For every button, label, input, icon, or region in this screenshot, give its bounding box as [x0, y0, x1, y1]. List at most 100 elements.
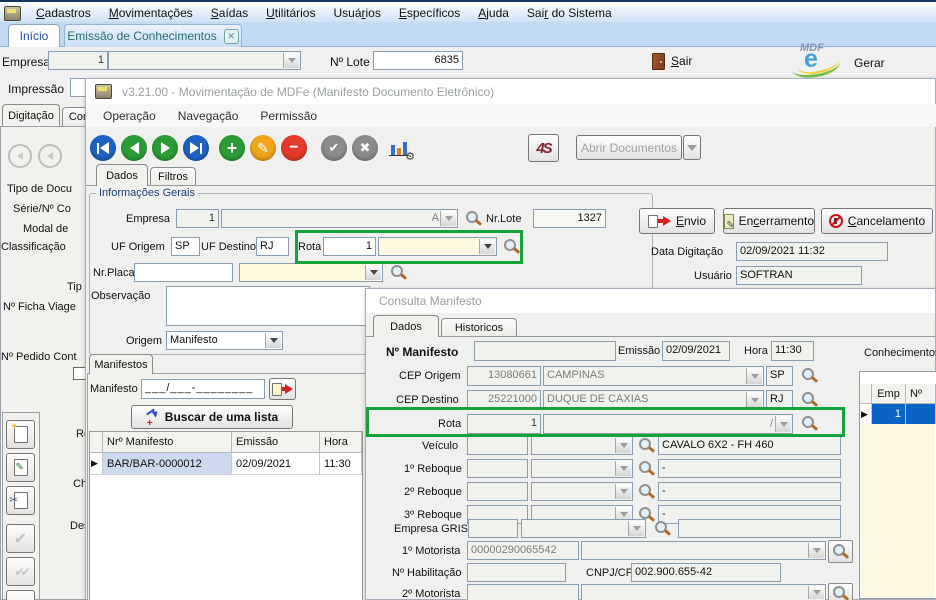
gerar-button[interactable]: MDF e Gerar	[790, 44, 910, 76]
confirm-extra-button-disabled[interactable]: ✔	[6, 590, 35, 600]
logo-4s-button[interactable]: 4S	[528, 134, 559, 162]
chevron-down-icon[interactable]	[775, 416, 791, 432]
abrir-documentos-button[interactable]: Abrir Documentos	[576, 135, 682, 160]
chart-button[interactable]: ⚙	[389, 137, 415, 161]
chevron-down-icon[interactable]	[365, 265, 381, 280]
sair-button[interactable]: Sair	[652, 51, 692, 71]
chevron-down-icon[interactable]	[479, 239, 495, 254]
chevron-down-icon[interactable]	[440, 211, 456, 226]
search-icon[interactable]	[800, 367, 818, 384]
manifesto-mask-input[interactable]: ___/___-________	[141, 379, 265, 399]
new-document-button[interactable]: ✦	[6, 420, 35, 449]
search-icon[interactable]	[637, 437, 655, 454]
cep-destino-input[interactable]: 25221000	[467, 390, 541, 410]
motorista1-input[interactable]: 00000290065542	[467, 541, 579, 560]
outer-lote-input[interactable]: 6835	[373, 51, 463, 70]
mdfe-tab-dados[interactable]: Dados	[96, 164, 148, 186]
consulta-window-titlebar[interactable]: Consulta Manifesto	[366, 289, 935, 313]
menu-item-ajuda[interactable]: Ajuda	[469, 6, 518, 20]
nr-placa-input[interactable]	[134, 263, 233, 282]
menu-item-cadastros[interactable]: Cadastros	[27, 6, 100, 20]
tab-inicio[interactable]: Início	[8, 24, 60, 47]
tab-emissao-conhecimentos[interactable]: Emissão de Conhecimentos ✕	[64, 24, 242, 47]
menu-item-movimentacoes[interactable]: Movimentações	[100, 6, 202, 20]
mdfe-window-titlebar[interactable]: v3.21.00 - Movimentação de MDFe (Manifes…	[86, 79, 935, 104]
confirm-button[interactable]: ✔	[321, 135, 347, 161]
mdfe-tab-filtros[interactable]: Filtros	[150, 167, 196, 186]
menu-item-saidas[interactable]: Saídas	[202, 6, 257, 20]
consulta-rota-input[interactable]: 1	[467, 414, 541, 434]
menu-navegacao[interactable]: Navegação	[178, 109, 239, 123]
motorista1-combo[interactable]	[581, 541, 826, 560]
consulta-tab-historicos[interactable]: Historicos	[441, 318, 517, 337]
cep-destino-combo[interactable]: DUQUE DE CAXIAS	[543, 390, 764, 410]
consulta-tab-dados[interactable]: Dados	[373, 315, 439, 337]
chevron-down-icon[interactable]	[746, 368, 762, 384]
mdfe-nrlote-input[interactable]: 1327	[533, 209, 606, 228]
search-icon[interactable]	[653, 520, 671, 537]
nav-prev-button[interactable]	[121, 135, 147, 161]
envio-button[interactable]: Envio	[639, 208, 715, 234]
veiculo-input[interactable]	[467, 436, 528, 455]
menu-operacao[interactable]: Operação	[103, 109, 156, 123]
reboque1-combo[interactable]	[531, 459, 633, 478]
edit-document-button[interactable]: ✎	[6, 453, 35, 482]
nav-next-button[interactable]	[152, 135, 178, 161]
table-row[interactable]: ▶ BAR/BAR-0000012 02/09/2021 11:30	[90, 453, 362, 475]
chevron-down-icon[interactable]	[615, 438, 631, 453]
nav-last-button[interactable]	[183, 135, 209, 161]
search-icon[interactable]	[502, 238, 520, 255]
motorista2-search-button[interactable]	[828, 583, 853, 600]
uf-origem-input[interactable]: SP	[171, 237, 200, 256]
cep-origem-input[interactable]: 13080661	[467, 366, 541, 386]
veiculo-combo[interactable]	[531, 436, 633, 455]
tab-digitacao[interactable]: Digitação	[2, 104, 60, 126]
motorista2-combo[interactable]	[581, 584, 826, 600]
reboque2-combo[interactable]	[531, 482, 633, 501]
mdfe-empresa-combo[interactable]: A	[221, 209, 458, 228]
search-icon[interactable]	[464, 210, 482, 227]
motorista1-search-button[interactable]	[828, 540, 853, 563]
cancel-button[interactable]: ✖	[352, 135, 378, 161]
col-numero[interactable]: Nº	[906, 384, 936, 404]
motorista2-input[interactable]	[467, 584, 579, 600]
chevron-down-icon[interactable]	[615, 461, 631, 476]
chevron-down-icon[interactable]	[746, 392, 762, 408]
search-icon[interactable]	[637, 483, 655, 500]
col-nr-manifesto[interactable]: Nrº Manifesto	[103, 432, 232, 453]
manifesto-export-button[interactable]	[269, 378, 296, 400]
nav-prev-button-disabled[interactable]	[38, 144, 62, 168]
rota-input[interactable]: 1	[323, 237, 376, 256]
cep-origem-combo[interactable]: CAMPINAS	[543, 366, 764, 386]
empresa-gris-combo[interactable]	[521, 519, 646, 538]
uf-destino-input[interactable]: RJ	[256, 237, 289, 256]
chevron-down-icon[interactable]	[808, 586, 824, 599]
tab-close-icon[interactable]: ✕	[224, 29, 239, 44]
nr-placa-combo[interactable]	[239, 263, 383, 282]
reboque1-input[interactable]	[467, 459, 528, 478]
cell-emp[interactable]: 1	[872, 404, 906, 424]
chevron-down-icon[interactable]	[283, 53, 299, 68]
col-emp[interactable]: Emp	[872, 384, 906, 404]
cell-emissao[interactable]: 02/09/2021	[232, 453, 320, 474]
col-hora[interactable]: Hora	[320, 432, 362, 453]
encerramento-button[interactable]: ✎ Encerramento	[723, 208, 815, 234]
search-icon[interactable]	[800, 415, 818, 432]
origem-combo[interactable]: Manifesto	[166, 331, 283, 350]
reboque2-input[interactable]	[467, 482, 528, 501]
nav-first-button[interactable]	[90, 135, 116, 161]
buscar-lista-button[interactable]: + Buscar de uma lista	[131, 405, 293, 429]
menu-permissao[interactable]: Permissão	[260, 109, 317, 123]
menu-item-especificos[interactable]: Específicos	[390, 6, 469, 20]
search-icon[interactable]	[389, 264, 407, 281]
abrir-documentos-dropdown[interactable]	[683, 135, 701, 160]
outer-empresa-combo[interactable]	[108, 51, 301, 70]
confirm-all-button-disabled[interactable]: ✔✔	[6, 557, 35, 586]
cell-hora[interactable]: 11:30	[320, 453, 362, 474]
menu-item-utilitarios[interactable]: Utilitários	[257, 6, 324, 20]
cell-numero[interactable]	[906, 404, 936, 424]
chevron-down-icon[interactable]	[615, 484, 631, 499]
cancelamento-button[interactable]: Cancelamento	[821, 208, 933, 234]
manifestos-tab[interactable]: Manifestos	[89, 354, 153, 374]
search-icon[interactable]	[637, 460, 655, 477]
